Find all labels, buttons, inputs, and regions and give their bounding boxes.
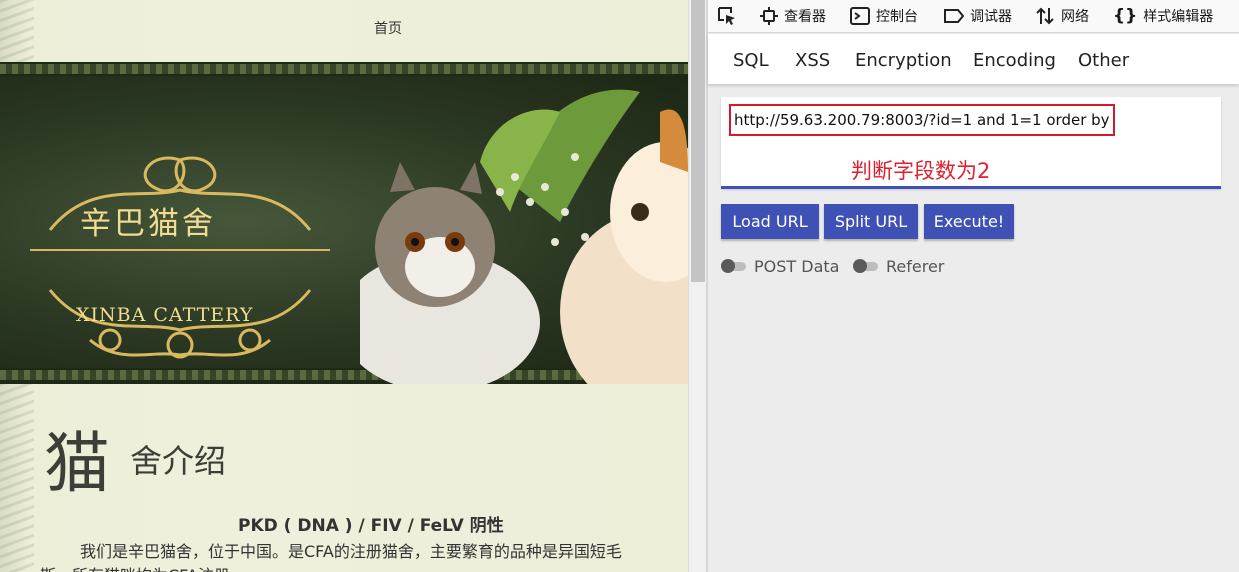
intro-paragraph-line-2: 斯。所有猫咪均为CFA注册 <box>40 562 230 572</box>
test-results-line: PKD ( DNA ) / FIV / FeLV 阴性 <box>238 516 504 536</box>
tab-inspector-label: 查看器 <box>784 9 826 25</box>
console-icon <box>850 7 870 25</box>
menu-xss[interactable]: XSS <box>795 50 830 71</box>
post-data-label: POST Data <box>754 257 840 276</box>
web-page: 首页 辛巴猫舍 XINBA CATTERY 猫 舍介绍 PKD (DNA) … <box>0 0 688 572</box>
tab-style-editor[interactable]: {} 样式编辑器 <box>1113 5 1213 27</box>
network-icon <box>1036 7 1054 25</box>
tab-network-label: 网络 <box>1061 9 1089 25</box>
menu-other[interactable]: Other <box>1078 50 1129 71</box>
execute-button[interactable]: Execute! <box>924 204 1014 239</box>
post-data-switch[interactable] <box>721 259 746 273</box>
debugger-icon <box>944 9 964 23</box>
banner-flourish-icon <box>30 156 330 359</box>
referer-switch[interactable] <box>853 259 878 273</box>
heading-big-char: 猫 <box>44 425 110 502</box>
page-scrollbar[interactable] <box>688 0 706 572</box>
split-url-button[interactable]: Split URL <box>824 204 918 239</box>
nav-home-link[interactable]: 首页 <box>374 18 402 38</box>
tab-console[interactable]: 控制台 <box>850 5 918 27</box>
banner: 辛巴猫舍 XINBA CATTERY <box>0 62 688 384</box>
banner-title: 辛巴猫舍 <box>80 206 216 242</box>
devtools-toolbar: 查看器 控制台 调试器 网络 {} 样式编辑器 <box>708 0 1239 33</box>
load-url-button[interactable]: Load URL <box>721 204 819 239</box>
tab-debugger[interactable]: 调试器 <box>944 5 1012 27</box>
devtools-panel: 查看器 控制台 调试器 网络 {} 样式编辑器 SQL XSS Encrypti… <box>708 0 1239 572</box>
element-picker-icon[interactable] <box>716 5 738 31</box>
cats-photo <box>360 89 688 384</box>
tab-inspector[interactable]: 查看器 <box>760 5 826 27</box>
tab-console-label: 控制台 <box>876 9 918 25</box>
tab-style-editor-label: 样式编辑器 <box>1143 9 1214 25</box>
menu-encoding[interactable]: Encoding <box>973 50 1056 71</box>
inspector-icon <box>760 7 778 25</box>
intro-paragraph-line-1: 我们是辛巴猫舍，位于中国。是CFA的注册猫舍，主要繁育的品种是异国短毛 <box>80 542 622 561</box>
tab-network[interactable]: 网络 <box>1035 5 1089 27</box>
style-editor-icon: {} <box>1113 6 1138 26</box>
url-card: 判断字段数为2 <box>721 97 1221 189</box>
annotation-text: 判断字段数为2 <box>851 159 991 183</box>
referer-label: Referer <box>886 257 945 276</box>
post-data-toggle[interactable]: POST Data <box>721 257 840 276</box>
page-scrollbar-thumb[interactable] <box>691 0 705 282</box>
tab-debugger-label: 调试器 <box>970 9 1012 25</box>
menu-encryption[interactable]: Encryption <box>855 50 952 71</box>
url-input[interactable] <box>729 104 1115 136</box>
referer-toggle[interactable]: Referer <box>853 257 945 276</box>
menu-sql[interactable]: SQL <box>733 50 769 71</box>
heading-rest: 舍介绍 <box>130 442 227 480</box>
banner-subtitle: XINBA CATTERY <box>76 304 254 326</box>
hackbar-menu-bar: SQL XSS Encryption Encoding Other <box>708 34 1239 84</box>
